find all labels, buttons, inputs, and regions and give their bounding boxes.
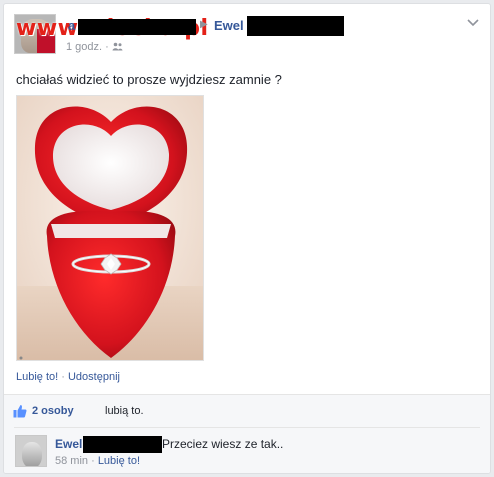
comment-meta: 58 min · Lubię to! xyxy=(55,455,141,467)
like-thumb-icon xyxy=(13,404,27,423)
divider xyxy=(14,427,480,428)
comment-timestamp[interactable]: 58 min xyxy=(55,455,88,467)
author-name[interactable]: a xyxy=(68,18,75,33)
target-name[interactable]: Ewel xyxy=(214,18,244,33)
post-text: chciałaś widzieć to prosze wyjdziesz zam… xyxy=(16,72,282,87)
post-card: www.wiocha.pl a ▶ Ewel 1 godz. · chciała… xyxy=(3,3,491,474)
post-header: www.wiocha.pl a ▶ Ewel 1 godz. · xyxy=(14,14,480,58)
chevron-down-icon[interactable] xyxy=(466,16,480,30)
comment: Ewel Przeciez wiesz ze tak.. 58 min · Lu… xyxy=(4,427,490,473)
comment-text: Przeciez wiesz ze tak.. xyxy=(162,437,284,451)
comment-like-link[interactable]: Lubię to! xyxy=(98,455,140,467)
commenter-avatar[interactable] xyxy=(15,435,47,467)
post-meta: 1 godz. · xyxy=(66,41,123,53)
like-link[interactable]: Lubię to! xyxy=(16,371,58,383)
redaction-bar xyxy=(83,436,162,453)
likes-summary: 2 osoby lubią to. xyxy=(4,394,490,427)
commenter-name[interactable]: Ewel xyxy=(55,437,82,451)
redaction-bar xyxy=(78,19,196,35)
arrow-right-icon: ▶ xyxy=(200,19,208,30)
post-actions: Lubię to! · Udostępnij xyxy=(16,371,120,383)
privacy-friends-icon[interactable] xyxy=(112,41,123,53)
post-photo[interactable] xyxy=(16,95,204,361)
likes-text: lubią to. xyxy=(105,405,144,417)
post-timestamp[interactable]: 1 godz. xyxy=(66,41,102,53)
redaction-bar xyxy=(247,16,344,36)
likes-count-link[interactable]: 2 osoby xyxy=(32,405,74,417)
share-link[interactable]: Udostępnij xyxy=(68,371,120,383)
